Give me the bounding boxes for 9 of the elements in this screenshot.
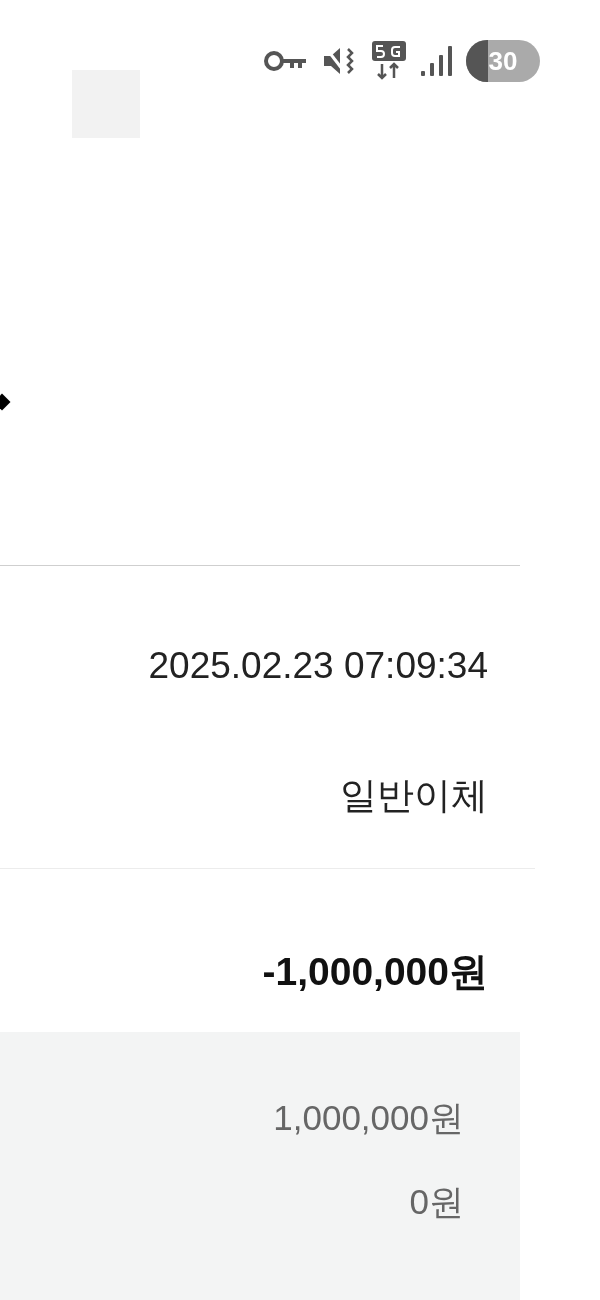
battery-percent: 30: [488, 44, 518, 78]
breakdown-amount: 1,000,000원: [273, 1098, 464, 1138]
network-5g-icon: [372, 41, 406, 81]
signal-icon: [420, 45, 452, 77]
transfer-datetime: 2025.02.23 07:09:34: [148, 644, 488, 688]
key-icon: [264, 50, 308, 72]
transfer-amount: -1,000,000원: [262, 949, 488, 995]
transfer-type: 일반이체: [340, 774, 488, 818]
breakdown-amount: 0원: [409, 1182, 464, 1222]
